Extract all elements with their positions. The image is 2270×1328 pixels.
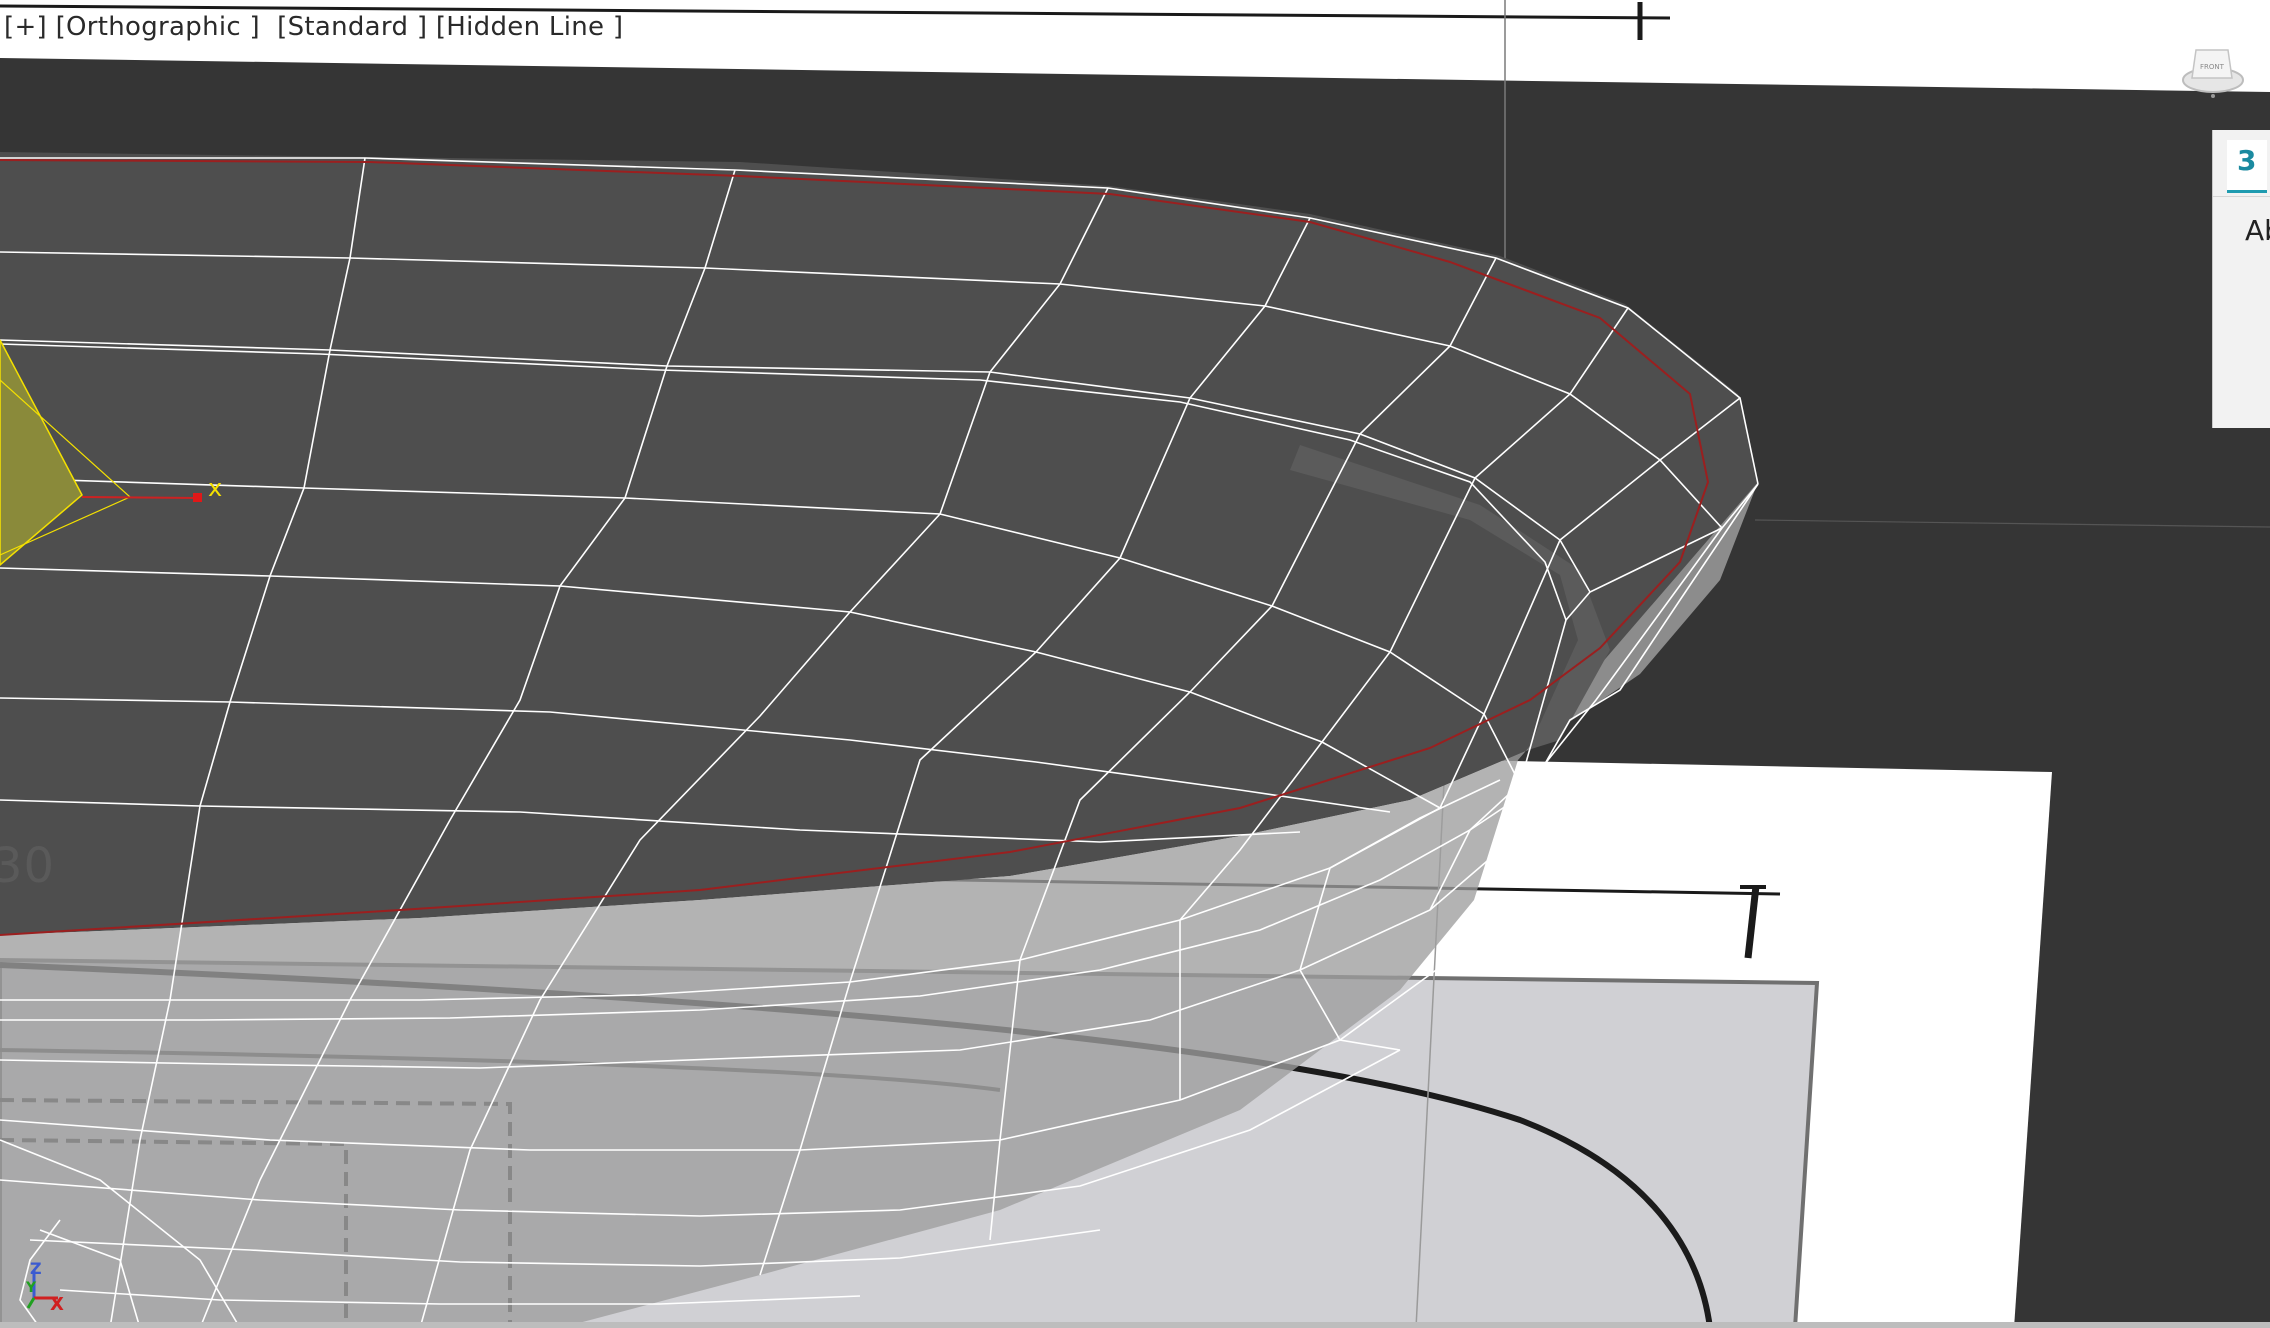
gizmo-x-axis [81,496,199,499]
axis-z-label: Z [30,1259,42,1278]
viewport-view-menu[interactable]: [Orthographic ] [56,12,260,42]
scene-render[interactable] [0,0,2270,1328]
reference-dimension-text: 30 [0,838,56,894]
viewport-bottom-border [0,1322,2270,1328]
axis-tripod-icon: Z Y X [25,1259,64,1315]
viewport-style-menu[interactable]: [Hidden Line ] [436,12,623,42]
viewport-shading-menu[interactable]: [Standard ] [277,12,427,42]
axis-x-label: X [50,1294,64,1315]
divider [2213,196,2270,197]
viewport-plus-menu[interactable]: [+] [4,12,47,42]
viewcube-face-label: FRONT [2200,63,2225,71]
3d-viewport[interactable]: [+] [Orthographic ] [Standard ] [Hidden … [0,0,2270,1328]
viewcube-icon[interactable]: FRONT [2180,38,2246,104]
welcome-popup[interactable]: 3 Ab [2212,130,2270,428]
popup-title: Ab [2245,214,2270,247]
gizmo-axis-label: x [208,474,223,502]
viewport-label-menu: [+] [Orthographic ] [Standard ] [Hidden … [4,12,623,42]
axis-y-label: Y [25,1280,37,1296]
3ds-max-logo: 3 [2227,140,2267,193]
